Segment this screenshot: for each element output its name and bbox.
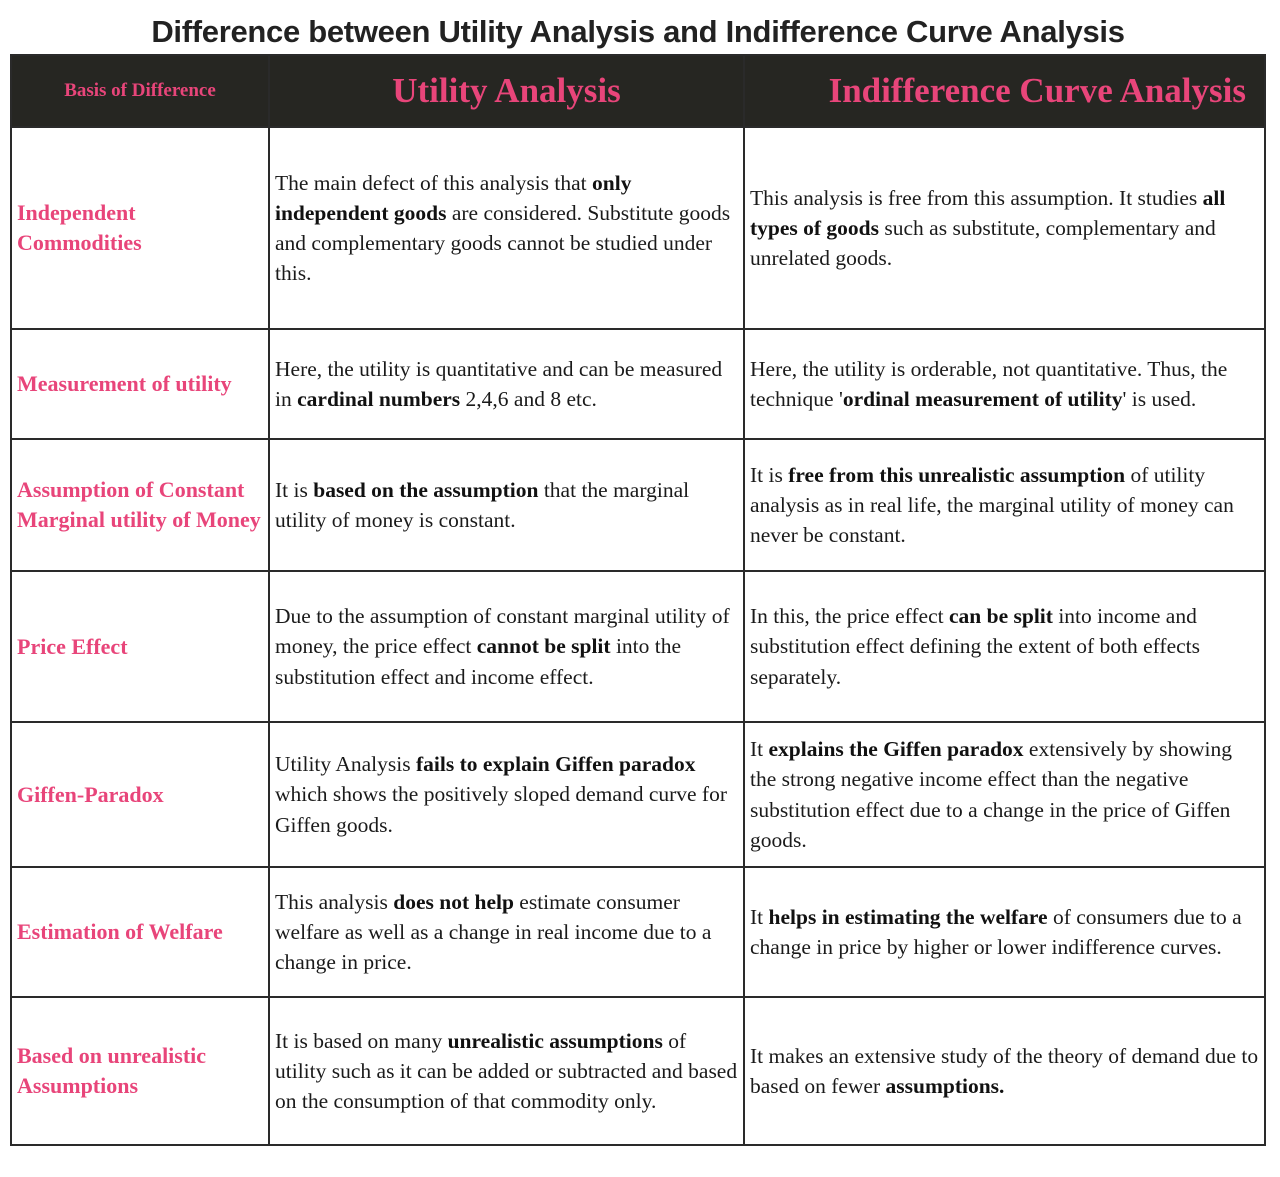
utility-analysis-cell: It is based on the assumption that the m…: [268, 438, 745, 572]
text-segment: This analysis: [275, 889, 394, 914]
emphasized-text: helps in estimating the welfare: [768, 904, 1048, 929]
text-segment: It: [750, 737, 769, 762]
table-row: Independent Commodities The main defect …: [10, 126, 1266, 330]
emphasized-text: based on the assumption: [313, 477, 539, 502]
page-title: Difference between Utility Analysis and …: [151, 14, 1125, 49]
comparison-table: Basis of Difference Utility Analysis Ind…: [10, 54, 1266, 1146]
header-indifference-curve-analysis: Indifference Curve Analysis: [743, 54, 1266, 128]
table-row: Price Effect Due to the assumption of co…: [10, 570, 1266, 723]
indifference-curve-cell: It explains the Giffen paradox extensive…: [743, 721, 1266, 868]
header-utility-analysis: Utility Analysis: [268, 54, 745, 128]
text-segment: The main defect of this analysis that: [275, 170, 593, 195]
text-segment: It: [750, 904, 769, 929]
text-segment: This analysis is free from this assumpti…: [750, 185, 1203, 210]
indifference-curve-cell: Here, the utility is orderable, not quan…: [743, 328, 1266, 440]
text-segment: In this, the price effect: [750, 604, 949, 629]
basis-cell: Measurement of utility: [10, 328, 270, 440]
header-basis-of-difference: Basis of Difference: [10, 54, 270, 128]
emphasized-text: fails to explain Giffen paradox: [415, 752, 696, 777]
emphasized-text: does not help: [393, 889, 514, 914]
table-header-row: Basis of Difference Utility Analysis Ind…: [10, 54, 1266, 128]
text-segment: which shows the positively sloped demand…: [275, 782, 728, 837]
indifference-curve-cell: It makes an extensive study of the theor…: [743, 996, 1266, 1146]
table-row: Assumption of Constant Marginal utility …: [10, 438, 1266, 572]
indifference-curve-cell: This analysis is free from this assumpti…: [743, 126, 1266, 330]
basis-cell: Price Effect: [10, 570, 270, 723]
text-segment: Utility Analysis: [275, 752, 416, 777]
basis-cell: Assumption of Constant Marginal utility …: [10, 438, 270, 572]
table-row: Based on unrealistic Assumptions It is b…: [10, 996, 1266, 1146]
text-segment: It is: [275, 477, 314, 502]
indifference-curve-cell: It is free from this unrealistic assumpt…: [743, 438, 1266, 572]
emphasized-text: cardinal numbers: [297, 387, 461, 411]
emphasized-text: can be split: [949, 604, 1053, 629]
utility-analysis-cell: Due to the assumption of constant margin…: [268, 570, 745, 723]
table-row: Measurement of utility Here, the utility…: [10, 328, 1266, 440]
utility-analysis-cell: It is based on many unrealistic assumpti…: [268, 996, 745, 1146]
utility-analysis-cell: Here, the utility is quantitative and ca…: [268, 328, 745, 440]
emphasized-text: ordinal measurement of utility: [842, 387, 1123, 411]
text-segment: It is: [750, 462, 789, 487]
utility-analysis-cell: This analysis does not help estimate con…: [268, 866, 745, 998]
indifference-curve-cell: It helps in estimating the welfare of co…: [743, 866, 1266, 998]
emphasized-text: free from this unrealistic assumption: [788, 462, 1126, 487]
basis-cell: Based on unrealistic Assumptions: [10, 996, 270, 1146]
text-segment: ' is used.: [1122, 387, 1197, 411]
text-segment: It is based on many: [275, 1028, 448, 1053]
emphasized-text: cannot be split: [476, 634, 611, 659]
emphasized-text: explains the Giffen paradox: [768, 737, 1024, 762]
emphasized-text: assumptions.: [885, 1074, 1005, 1098]
basis-cell: Independent Commodities: [10, 126, 270, 330]
utility-analysis-cell: Utility Analysis fails to explain Giffen…: [268, 721, 745, 868]
table-row: Estimation of Welfare This analysis does…: [10, 866, 1266, 998]
basis-cell: Estimation of Welfare: [10, 866, 270, 998]
indifference-curve-cell: In this, the price effect can be split i…: [743, 570, 1266, 723]
basis-cell: Giffen-Paradox: [10, 721, 270, 868]
table-row: Giffen-Paradox Utility Analysis fails to…: [10, 721, 1266, 868]
emphasized-text: unrealistic assumptions: [447, 1028, 663, 1053]
utility-analysis-cell: The main defect of this analysis that on…: [268, 126, 745, 330]
text-segment: 2,4,6 and 8 etc.: [460, 387, 597, 411]
